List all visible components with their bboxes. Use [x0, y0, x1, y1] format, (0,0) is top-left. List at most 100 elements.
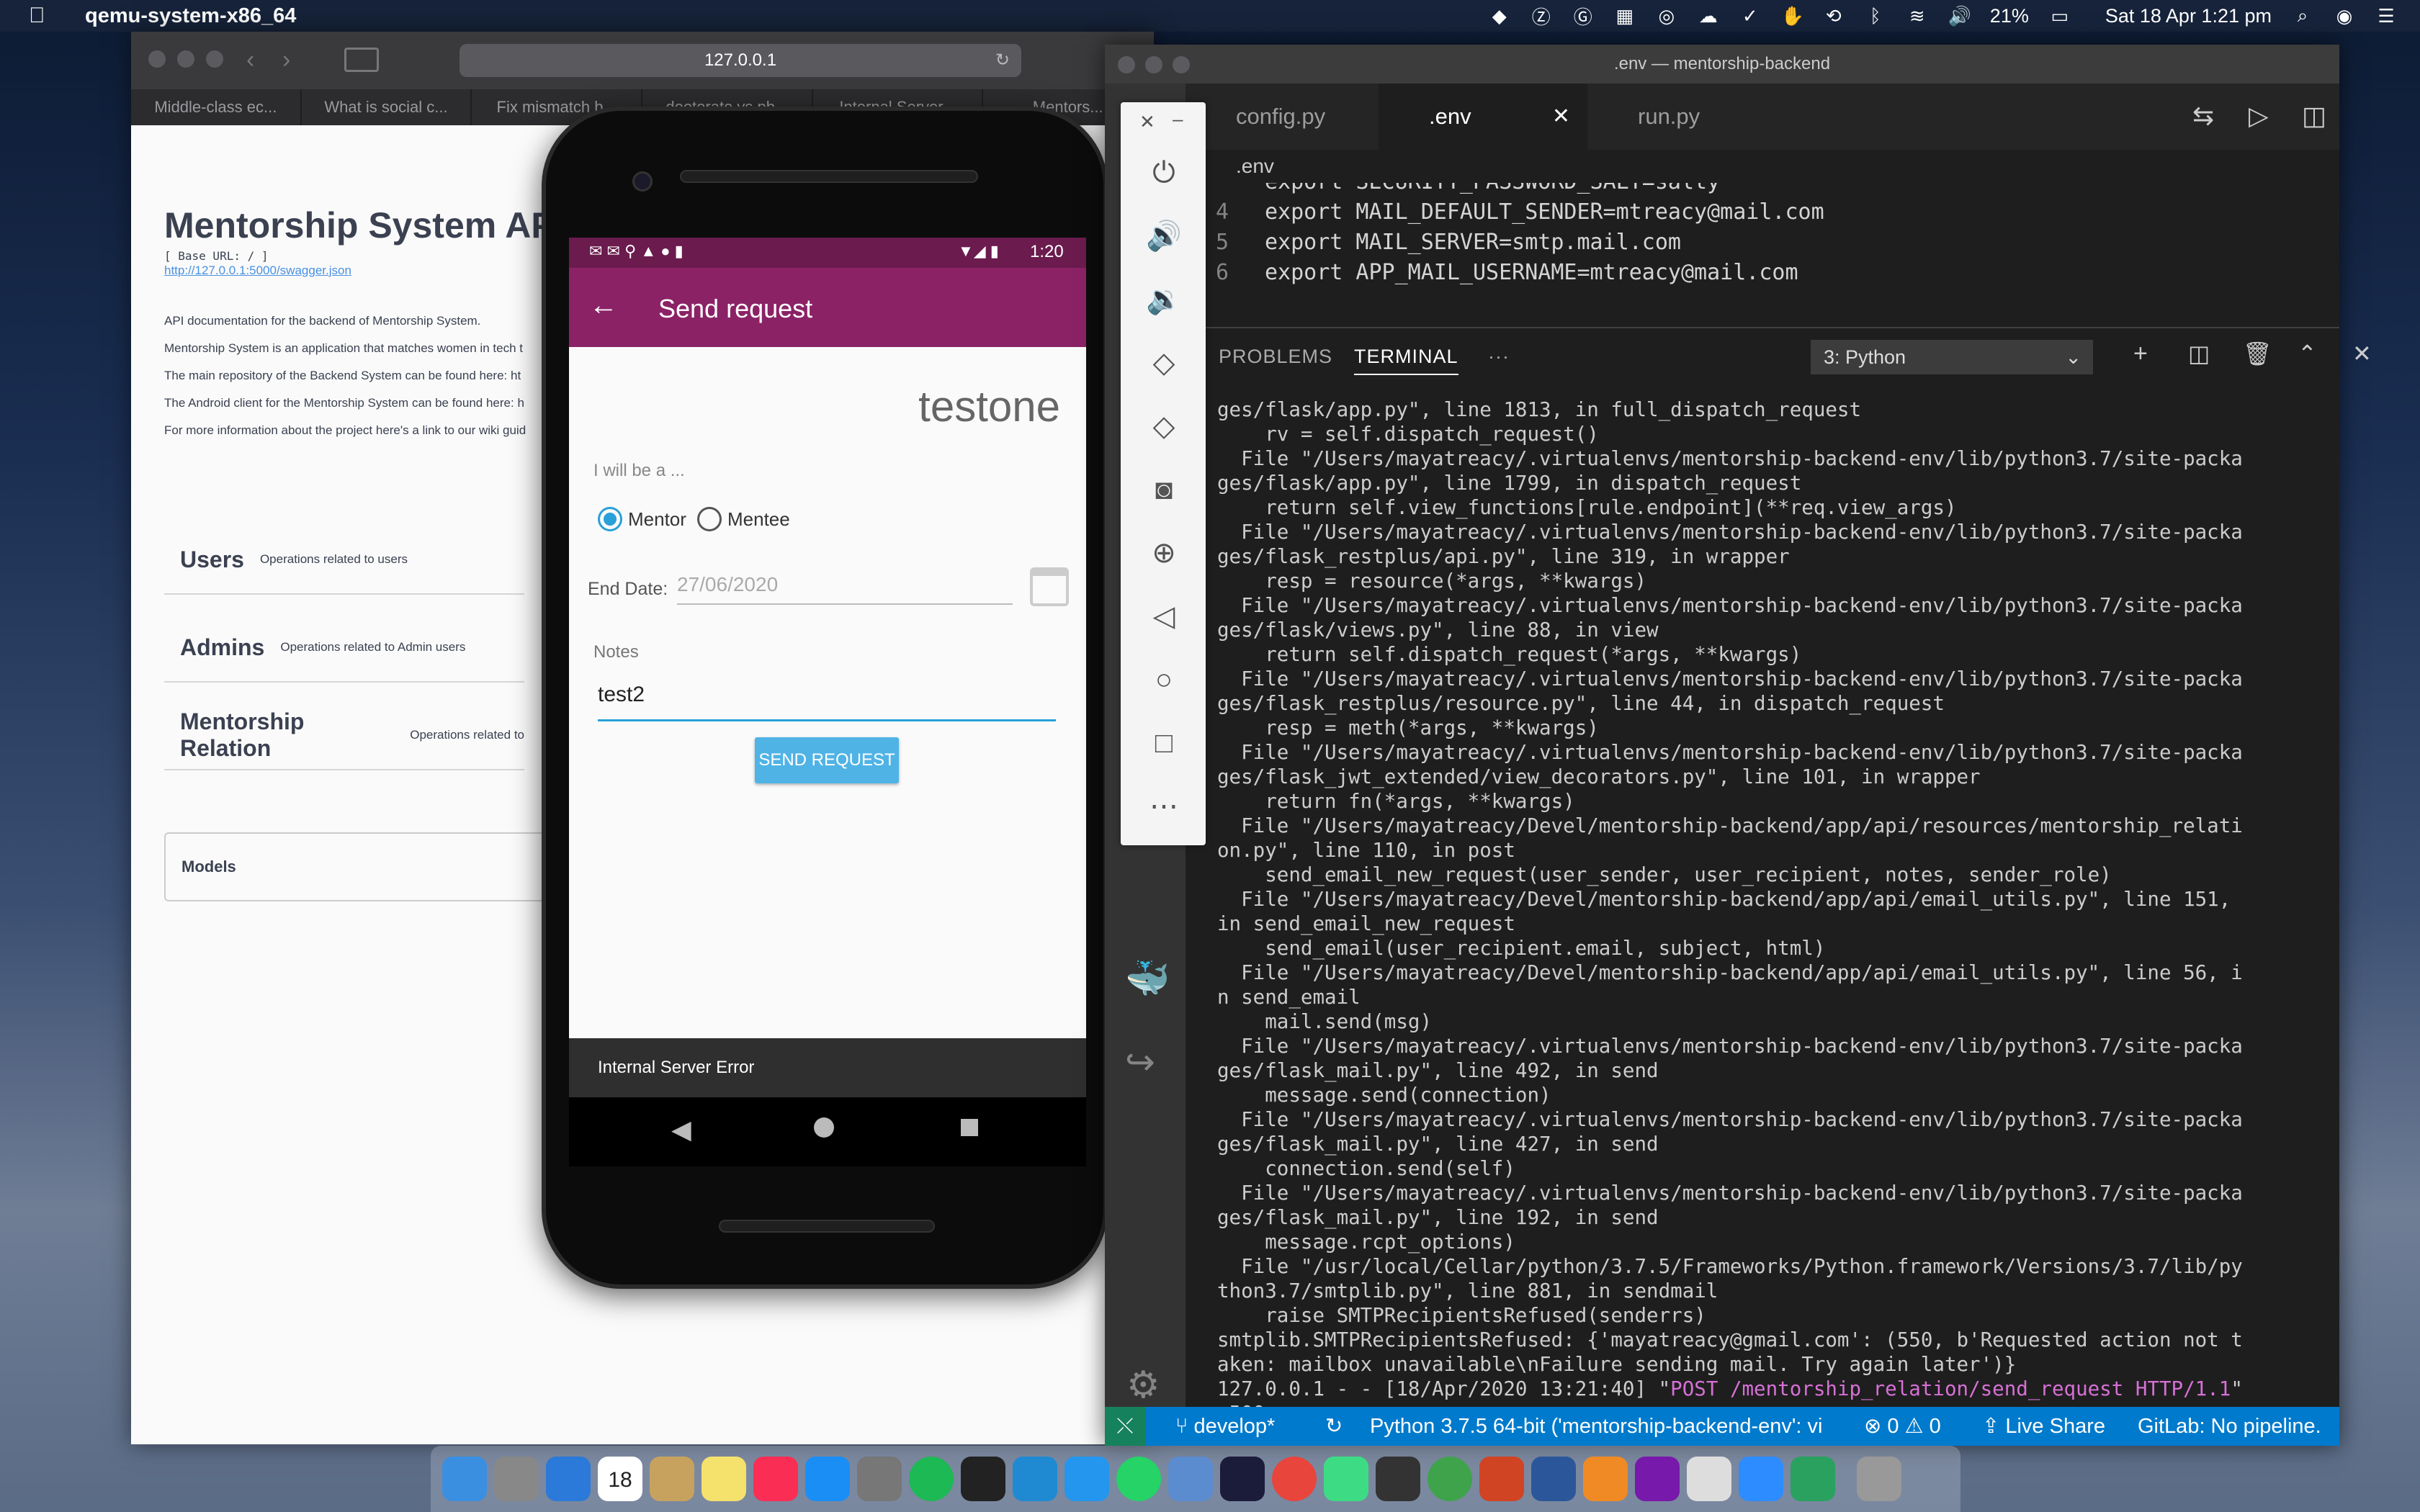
grammarly-icon[interactable]: Ⓖ — [1572, 3, 1594, 30]
safari-icon[interactable] — [546, 1457, 591, 1501]
gitlab-status[interactable]: GitLab: No pipeline. — [2138, 1407, 2321, 1446]
finder-icon[interactable] — [442, 1457, 487, 1501]
bluetooth-icon[interactable]: ᛒ — [1865, 5, 1886, 27]
close-window-button[interactable] — [148, 50, 166, 68]
address-bar[interactable]: 127.0.0.1 ↻ — [460, 44, 1021, 77]
vpn-icon[interactable]: ◎ — [1656, 5, 1677, 27]
close-emulator-icon[interactable]: ✕ — [1139, 111, 1155, 133]
uxpin-icon[interactable] — [1376, 1457, 1420, 1501]
cloud-icon[interactable]: ☁ — [1698, 5, 1719, 27]
hand-icon[interactable]: ✋ — [1781, 5, 1804, 27]
onenote-icon[interactable] — [1635, 1457, 1680, 1501]
source-control-icon[interactable]: ⇆ — [2192, 101, 2214, 131]
close-tab-icon[interactable]: ✕ — [1552, 84, 1570, 150]
git-branch[interactable]: ⑂ develop* — [1175, 1407, 1275, 1446]
nav-home-icon[interactable] — [814, 1117, 834, 1138]
preview-icon[interactable] — [650, 1457, 694, 1501]
clock[interactable]: Sat 18 Apr 1:21 pm — [2105, 5, 2272, 27]
zotero-icon[interactable] — [1428, 1457, 1472, 1501]
docker-icon[interactable] — [1065, 1457, 1109, 1501]
reload-icon[interactable]: ↻ — [995, 44, 1010, 77]
minimize-window-button[interactable] — [177, 50, 194, 68]
split-terminal-icon[interactable]: ◫ — [2188, 340, 2210, 367]
volume-icon[interactable]: 🔊 — [1948, 5, 1971, 27]
role-mentor-radio[interactable]: Mentor — [598, 507, 686, 531]
breadcrumb[interactable]: .env — [1186, 150, 2339, 183]
android-file-transfer-icon[interactable] — [1791, 1457, 1835, 1501]
zoom-window-button[interactable] — [1173, 56, 1190, 73]
trash-icon[interactable] — [1857, 1457, 1901, 1501]
vscode-icon[interactable] — [1013, 1457, 1057, 1501]
python-interpreter[interactable]: Python 3.7.5 64-bit ('mentorship-backend… — [1370, 1407, 1822, 1446]
zoom-icon[interactable]: Ⓩ — [1531, 3, 1552, 30]
battery-percent[interactable]: 21% — [1990, 5, 2029, 27]
active-app-name[interactable]: qemu-system-x86_64 — [85, 4, 296, 28]
settings-gear-icon[interactable]: ⚙ — [1126, 1364, 1160, 1407]
home-icon[interactable]: ○ — [1145, 661, 1183, 698]
apple-icon[interactable]:  — [29, 4, 50, 28]
rotate-right-icon[interactable]: ◇ — [1145, 408, 1183, 445]
browser-tab[interactable]: What is social c... — [302, 89, 472, 125]
problems-count[interactable]: ⊗ 0 ⚠ 0 — [1864, 1407, 1941, 1446]
back-icon[interactable]: ‹ — [246, 46, 275, 75]
sourcetree-icon[interactable] — [1168, 1457, 1213, 1501]
tab-problems[interactable]: PROBLEMS — [1219, 346, 1332, 368]
overview-icon[interactable]: □ — [1145, 724, 1183, 762]
power-icon[interactable]: ⏻ — [1145, 154, 1183, 192]
calendar-icon[interactable] — [1030, 567, 1069, 606]
minimize-emulator-icon[interactable]: – — [1173, 108, 1183, 130]
section-admins[interactable]: Admins Operations related to Admin users — [164, 613, 524, 683]
new-terminal-icon[interactable]: + — [2133, 340, 2148, 368]
split-editor-icon[interactable]: ◫ — [2302, 101, 2326, 131]
maximize-panel-icon[interactable]: ⌃ — [2298, 340, 2317, 367]
live-share-icon[interactable]: ↪ — [1125, 1041, 1155, 1083]
remote-icon[interactable]: ⤬ — [1105, 1407, 1145, 1446]
tab-run-py[interactable]: run.py — [1587, 84, 1780, 150]
close-window-button[interactable] — [1118, 56, 1135, 73]
trash-icon[interactable]: 🗑 — [2243, 340, 2272, 367]
word-icon[interactable] — [1531, 1457, 1576, 1501]
camera-icon[interactable]: ◙ — [1145, 471, 1183, 508]
docker-icon[interactable]: 🐳 — [1125, 958, 1170, 1000]
wifi-icon[interactable]: ≋ — [1906, 5, 1928, 27]
dropbox-icon[interactable]: ◆ — [1489, 5, 1510, 27]
rotate-left-icon[interactable]: ◇ — [1145, 344, 1183, 382]
siri-icon[interactable]: ◉ — [2334, 5, 2355, 27]
more-icon[interactable]: ⋯ — [1145, 788, 1183, 825]
terminal-output[interactable]: ges/flask/app.py", line 1813, in full_di… — [1217, 397, 2326, 1452]
section-users[interactable]: Users Operations related to users — [164, 526, 524, 595]
section-mentorship-relation[interactable]: Mentorship Relation Operations related to — [164, 701, 524, 770]
terminal-select[interactable]: 3: Python ⌄ — [1811, 340, 2093, 374]
chrome-icon[interactable] — [1272, 1457, 1317, 1501]
panel-more-icon[interactable]: ··· — [1488, 346, 1510, 368]
terminal-icon[interactable] — [961, 1457, 1005, 1501]
intellij-icon[interactable] — [1220, 1457, 1265, 1501]
spotlight-search-icon[interactable]: ⌕ — [2292, 4, 2313, 27]
end-date-field[interactable]: 27/06/2020 — [677, 573, 1013, 605]
check-icon[interactable]: ✓ — [1739, 5, 1761, 27]
tab-config-py[interactable]: config.py — [1186, 84, 1379, 150]
swagger-json-link[interactable]: http://127.0.0.1:5000/swagger.json — [164, 264, 351, 278]
code-editor[interactable]: export SECURITY_PASSWORD_SALT=salty 4exp… — [1186, 183, 2339, 327]
system-preferences-icon[interactable] — [857, 1457, 902, 1501]
nav-back-icon[interactable]: ◀ — [671, 1115, 691, 1145]
nav-recents-icon[interactable] — [961, 1119, 978, 1136]
whatsapp-icon[interactable] — [1116, 1457, 1161, 1501]
zoom-icon[interactable]: ⊕ — [1145, 534, 1183, 572]
volume-down-icon[interactable]: 🔉 — [1145, 281, 1183, 318]
forward-icon[interactable]: › — [282, 46, 311, 75]
browser-tab[interactable]: Middle-class ec... — [131, 89, 302, 125]
notes-input[interactable]: test2 — [598, 683, 1056, 721]
tab-env[interactable]: .env ✕ — [1379, 84, 1587, 150]
tab-terminal[interactable]: TERMINAL — [1354, 346, 1458, 375]
powerpoint-icon[interactable] — [1479, 1457, 1524, 1501]
launchpad-icon[interactable] — [494, 1457, 539, 1501]
send-request-button[interactable]: SEND REQUEST — [755, 737, 899, 783]
back-icon[interactable]: ◁ — [1145, 598, 1183, 635]
textedit-icon[interactable] — [1687, 1457, 1731, 1501]
zoom-window-button[interactable] — [206, 50, 223, 68]
run-icon[interactable]: ▷ — [2249, 101, 2269, 131]
volume-up-icon[interactable]: 🔊 — [1145, 217, 1183, 255]
notification-center-icon[interactable]: ☰ — [2375, 5, 2397, 27]
live-share-status[interactable]: ⇪ Live Share — [1982, 1407, 2105, 1446]
